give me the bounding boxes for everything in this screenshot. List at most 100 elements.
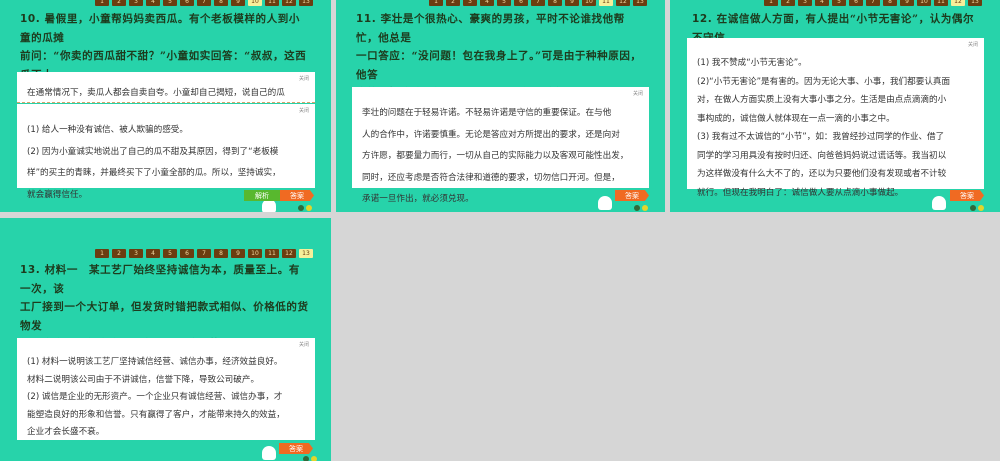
line-text: 工厂接到一个大订单，但发货时错把款式相似、价格低的货物发 xyxy=(20,301,309,332)
page-nav-item-1[interactable]: 1 xyxy=(429,0,443,6)
answer-popup: 关闭 (1) 材料一说明该工艺厂坚持诚信经营、诚信办事，经济效益良好。材料二说明… xyxy=(17,338,315,440)
answer-button[interactable]: 答案 xyxy=(950,190,984,201)
text-line: (2) 因为小童诚实地说出了自己的瓜不甜及其原因，得到了“老板模 xyxy=(27,142,305,164)
close-button[interactable]: 关闭 xyxy=(633,90,643,98)
text-line: (2)“小节无害论”是有害的。因为无论大事、小事，我们都要认真面 xyxy=(697,73,974,92)
page-nav-item-2[interactable]: 2 xyxy=(112,249,126,258)
page-nav-item-7[interactable]: 7 xyxy=(531,0,545,6)
page-nav-item-3[interactable]: 3 xyxy=(129,0,143,6)
answer-button[interactable]: 答案 xyxy=(615,190,649,201)
page-nav-item-8[interactable]: 8 xyxy=(548,0,562,6)
page-nav-item-4[interactable]: 4 xyxy=(146,0,160,6)
line-text: (2) 因为小童诚实地说出了自己的瓜不甜及其原因，得到了“老板模 xyxy=(27,146,279,157)
answer-popup: 关闭 (1) 给人一种没有诚信、被人欺骗的感受。 (2) 因为小童诚实地说出了自己… xyxy=(17,104,315,200)
page-nav-item-6[interactable]: 6 xyxy=(514,0,528,6)
text-line: 李壮的问题在于轻易许诺。不轻易许诺是守信的重要保证。在与他 xyxy=(362,103,639,125)
mascot-icon xyxy=(262,446,276,460)
page-nav-item-8[interactable]: 8 xyxy=(214,0,228,6)
page-nav-item-13[interactable]: 13 xyxy=(299,249,313,258)
page-nav-item-11[interactable]: 11 xyxy=(265,249,279,258)
page-nav-item-9[interactable]: 9 xyxy=(900,0,914,6)
page-nav-item-10[interactable]: 10 xyxy=(248,249,262,258)
text-line: 样”的买主的青睐，并最终买下了小童全部的瓜。所以，坚持诚实， xyxy=(27,163,305,185)
answer-popup: 关闭 (1) 我不赞成“小节无害论”。 (2)“小节无害论”是有害的。因为无论大事… xyxy=(687,38,984,198)
line-text: 暑假里，小童帮妈妈卖西瓜。有个老板模样的人到小童的瓜摊 xyxy=(20,13,300,44)
answer-button[interactable]: 答案 xyxy=(280,190,314,201)
line-text: 材料一 某工艺厂始终坚持诚信为本，质量至上。有一次，该 xyxy=(20,264,300,295)
text-line: 能塑造良好的形象和信誉。只有赢得了客户，才能带来持久的效益， xyxy=(27,407,305,425)
page-nav-item-1[interactable]: 1 xyxy=(95,249,109,258)
text-line: 工厂接到一个大订单，但发货时错把款式相似、价格低的货物发 xyxy=(20,298,311,335)
close-button[interactable]: 关闭 xyxy=(299,341,309,349)
page-nav-item-13[interactable]: 13 xyxy=(299,0,313,6)
close-button[interactable]: 关闭 xyxy=(299,75,309,83)
nav-dots-icon xyxy=(298,205,312,211)
text-line: 对，在做人方面实质上没有大事小事之分。生活是由点点滴滴的小 xyxy=(697,91,974,110)
page-nav-item-4[interactable]: 4 xyxy=(480,0,494,6)
page-nav-item-10[interactable]: 10 xyxy=(917,0,931,6)
page-nav-item-7[interactable]: 7 xyxy=(866,0,880,6)
page-nav-item-6[interactable]: 6 xyxy=(180,249,194,258)
page-nav-item-7[interactable]: 7 xyxy=(197,249,211,258)
page-nav-item-11[interactable]: 11 xyxy=(599,0,613,6)
page-nav-item-11[interactable]: 11 xyxy=(934,0,948,6)
page-nav-item-3[interactable]: 3 xyxy=(798,0,812,6)
page-nav-item-5[interactable]: 5 xyxy=(497,0,511,6)
text-line: 11. 李壮是个很热心、豪爽的男孩，平时不论谁找他帮忙，他总是 xyxy=(356,10,645,47)
text-line: (3) 我有过不太诚信的“小节”，如：我曾经抄过同学的作业、借了 xyxy=(697,128,974,147)
text-line: 为这样做没有什么大不了的，还以为只要他们没有发现或者不计较 xyxy=(697,165,974,184)
page-nav-item-12[interactable]: 12 xyxy=(282,249,296,258)
page-nav-item-8[interactable]: 8 xyxy=(214,249,228,258)
line-text: 事构成的，诚信做人就体现在一点一滴的小事之中。 xyxy=(697,113,895,124)
text-line: 同时，还应考虑是否符合法律和道德的要求，切勿信口开河。但是， xyxy=(362,168,639,190)
page-nav-item-8[interactable]: 8 xyxy=(883,0,897,6)
text-line: 10. 暑假里，小童帮妈妈卖西瓜。有个老板模样的人到小童的瓜摊 xyxy=(20,10,311,47)
page-nav-item-2[interactable]: 2 xyxy=(446,0,460,6)
page-nav-item-5[interactable]: 5 xyxy=(832,0,846,6)
page-nav-item-10[interactable]: 10 xyxy=(248,0,262,6)
page-nav-item-5[interactable]: 5 xyxy=(163,0,177,6)
page-nav-item-9[interactable]: 9 xyxy=(231,249,245,258)
page-nav-item-3[interactable]: 3 xyxy=(463,0,477,6)
answer-popup: 关闭 李壮的问题在于轻易许诺。不轻易许诺是守信的重要保证。在与他 人的合作中，许诺… xyxy=(352,87,649,204)
page-nav-item-12[interactable]: 12 xyxy=(951,0,965,6)
line-text: 对，在做人方面实质上没有大事小事之分。生活是由点点滴滴的小 xyxy=(697,95,947,105)
page-nav-item-9[interactable]: 9 xyxy=(565,0,579,6)
page-nav-item-7[interactable]: 7 xyxy=(197,0,211,6)
hint-popup: 关闭 在通常情况下，卖瓜人都会自卖自夸。小童却自己揭短，说自己的瓜 xyxy=(17,72,315,103)
text-line: 材料二说明该公司由于不讲诚信，信誉下降，导致公司破产。 xyxy=(27,372,305,390)
page-nav-item-2[interactable]: 2 xyxy=(112,0,126,6)
question-number: 10. xyxy=(20,13,45,25)
line-text: (1) 材料一说明该工艺厂坚持诚信经营、诚信办事，经济效益良好。 xyxy=(27,357,283,367)
page-nav-item-5[interactable]: 5 xyxy=(163,249,177,258)
text-line: 企业才会长盛不衰。 xyxy=(27,424,305,442)
page-nav-item-9[interactable]: 9 xyxy=(231,0,245,6)
answer-button[interactable]: 答案 xyxy=(279,443,313,454)
page-nav-item-3[interactable]: 3 xyxy=(129,249,143,258)
page-nav-item-6[interactable]: 6 xyxy=(849,0,863,6)
page-nav-item-10[interactable]: 10 xyxy=(582,0,596,6)
nav-dots-icon xyxy=(970,205,984,211)
page-nav-item-13[interactable]: 13 xyxy=(968,0,982,6)
page-nav-item-1[interactable]: 1 xyxy=(95,0,109,6)
slide-12: 1 2 3 4 5 6 7 8 9 10 11 12 13 12. 在诚信做人方面，有人提出“小节无害论… xyxy=(670,0,1000,212)
analysis-button[interactable]: 解析 xyxy=(244,190,280,201)
page-nav-item-4[interactable]: 4 xyxy=(815,0,829,6)
line-text: 一口答应：“没问题！包在我身上了。”可是由于种种原因，他答 xyxy=(356,50,642,81)
page-nav-item-11[interactable]: 11 xyxy=(265,0,279,6)
page-nav-item-1[interactable]: 1 xyxy=(764,0,778,6)
line-text: (3) 我有过不太诚信的“小节”，如：我曾经抄过同学的作业、借了 xyxy=(697,132,945,142)
page-nav-item-4[interactable]: 4 xyxy=(146,249,160,258)
page-nav-item-12[interactable]: 12 xyxy=(616,0,630,6)
page-nav-item-2[interactable]: 2 xyxy=(781,0,795,6)
page-nav: 1 2 3 4 5 6 7 8 9 10 11 12 13 xyxy=(429,0,647,6)
line-text: 方许愿，都要量力而行，一切从自己的实际能力以及客观可能性出发， xyxy=(362,151,629,161)
page-nav-item-6[interactable]: 6 xyxy=(180,0,194,6)
close-button[interactable]: 关闭 xyxy=(299,107,309,115)
text-line: 方许愿，都要量力而行，一切从自己的实际能力以及客观可能性出发， xyxy=(362,146,639,168)
text-line: (1) 我不赞成“小节无害论”。 xyxy=(697,54,974,73)
page-nav-item-12[interactable]: 12 xyxy=(282,0,296,6)
close-button[interactable]: 关闭 xyxy=(968,41,978,49)
page-nav-item-13[interactable]: 13 xyxy=(633,0,647,6)
line-text: 同学的学习用具没有按时归还、向爸爸妈妈说过谎话等。我当初以 xyxy=(697,150,947,161)
